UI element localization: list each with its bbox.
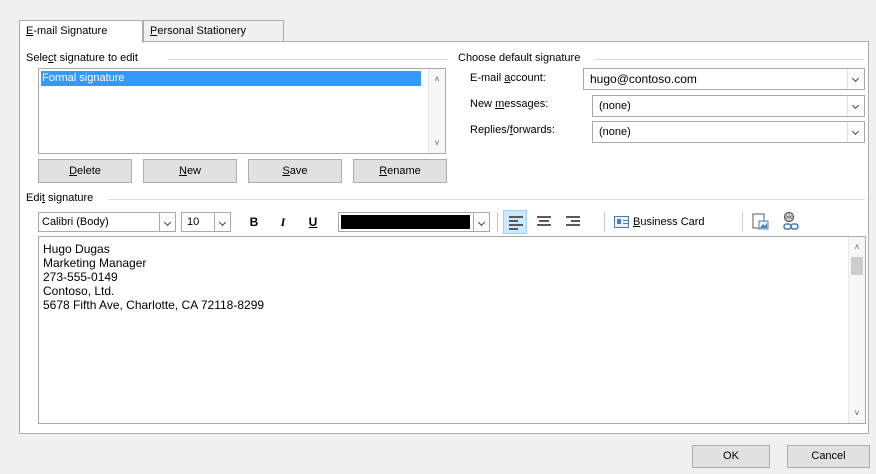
signature-line: Contoso, Ltd. [43, 284, 115, 298]
align-center-button[interactable] [532, 210, 556, 234]
signature-line: 5678 Fifth Ave, Charlotte, CA 72118-8299 [43, 298, 265, 312]
edit-signature-group-title: Edit signature [26, 192, 98, 204]
group-divider [168, 59, 448, 60]
toolbar-separator [742, 212, 743, 232]
chevron-down-icon[interactable] [473, 212, 490, 232]
hyperlink-icon [783, 211, 799, 230]
scroll-up-icon[interactable]: ˄ [849, 239, 865, 255]
font-size-select[interactable]: 10 [181, 212, 231, 232]
align-right-icon [566, 216, 580, 228]
email-account-select[interactable]: hugo@contoso.com [583, 68, 865, 90]
rename-button[interactable]: Rename [353, 159, 447, 183]
delete-button[interactable]: Delete [38, 159, 132, 183]
new-messages-value: (none) [599, 100, 631, 112]
italic-button[interactable]: I [275, 215, 291, 230]
save-button[interactable]: Save [248, 159, 342, 183]
ok-button[interactable]: OK [692, 445, 770, 468]
underline-button[interactable]: U [305, 215, 321, 229]
replies-forwards-value: (none) [599, 126, 631, 138]
email-account-value: hugo@contoso.com [590, 72, 697, 86]
signature-line: 273-555-0149 [43, 270, 118, 284]
group-divider [594, 59, 864, 60]
signature-list[interactable]: Formal signature ˄ ˅ [38, 68, 446, 154]
group-divider [108, 199, 865, 200]
insert-picture-icon [752, 213, 769, 230]
signature-editor[interactable]: Hugo Dugas Marketing Manager 273-555-014… [38, 236, 866, 424]
insert-hyperlink-button[interactable] [781, 211, 803, 233]
chevron-down-icon[interactable] [847, 69, 864, 89]
align-center-icon [537, 216, 551, 228]
new-button[interactable]: New [143, 159, 237, 183]
scroll-up-icon[interactable]: ˄ [429, 71, 445, 87]
new-messages-select[interactable]: (none) [592, 95, 865, 117]
tab-email-signature[interactable]: E-mail Signature [19, 20, 143, 43]
toolbar-separator [604, 212, 605, 232]
align-right-button[interactable] [561, 210, 585, 234]
email-account-label: E-mail account: [470, 72, 546, 84]
chevron-down-icon[interactable] [847, 122, 864, 142]
replies-forwards-select[interactable]: (none) [592, 121, 865, 143]
chevron-down-icon[interactable] [214, 212, 231, 232]
replies-forwards-label: Replies/forwards: [470, 124, 555, 136]
cancel-button[interactable]: Cancel [787, 445, 870, 468]
default-signature-group-title: Choose default signature [458, 52, 585, 64]
select-signature-group-title: Select signature to edit [26, 52, 142, 64]
new-messages-label: New messages: [470, 98, 549, 110]
signature-list-scrollbar[interactable]: ˄ ˅ [428, 69, 445, 153]
tab-personal-stationery[interactable]: Personal Stationery [143, 20, 284, 42]
editor-scrollbar[interactable]: ˄ ˅ [848, 237, 865, 423]
insert-picture-button[interactable] [750, 212, 770, 232]
business-card-icon [614, 216, 629, 228]
font-value: Calibri (Body) [42, 216, 109, 228]
tab-label: ersonal Stationery [157, 25, 247, 37]
signature-line: Marketing Manager [43, 256, 147, 270]
font-select[interactable]: Calibri (Body) [38, 212, 176, 232]
signature-list-item-selected[interactable]: Formal signature [41, 71, 421, 86]
align-left-button[interactable] [503, 210, 527, 234]
bold-button[interactable]: B [246, 215, 262, 229]
toolbar-separator [497, 212, 498, 232]
scroll-down-icon[interactable]: ˅ [429, 135, 445, 151]
chevron-down-icon[interactable] [847, 96, 864, 116]
font-size-value: 10 [187, 216, 200, 228]
signature-text: Hugo Dugas Marketing Manager 273-555-014… [43, 242, 264, 312]
tab-label: -mail Signature [33, 25, 108, 37]
font-color-swatch [341, 215, 470, 229]
scroll-down-icon[interactable]: ˅ [849, 405, 865, 421]
align-left-icon [509, 216, 523, 230]
business-card-button[interactable]: Business Card [611, 212, 737, 232]
signature-line: Hugo Dugas [43, 242, 110, 256]
font-color-select[interactable] [338, 212, 490, 232]
chevron-down-icon[interactable] [159, 212, 176, 232]
scroll-thumb[interactable] [851, 257, 863, 275]
